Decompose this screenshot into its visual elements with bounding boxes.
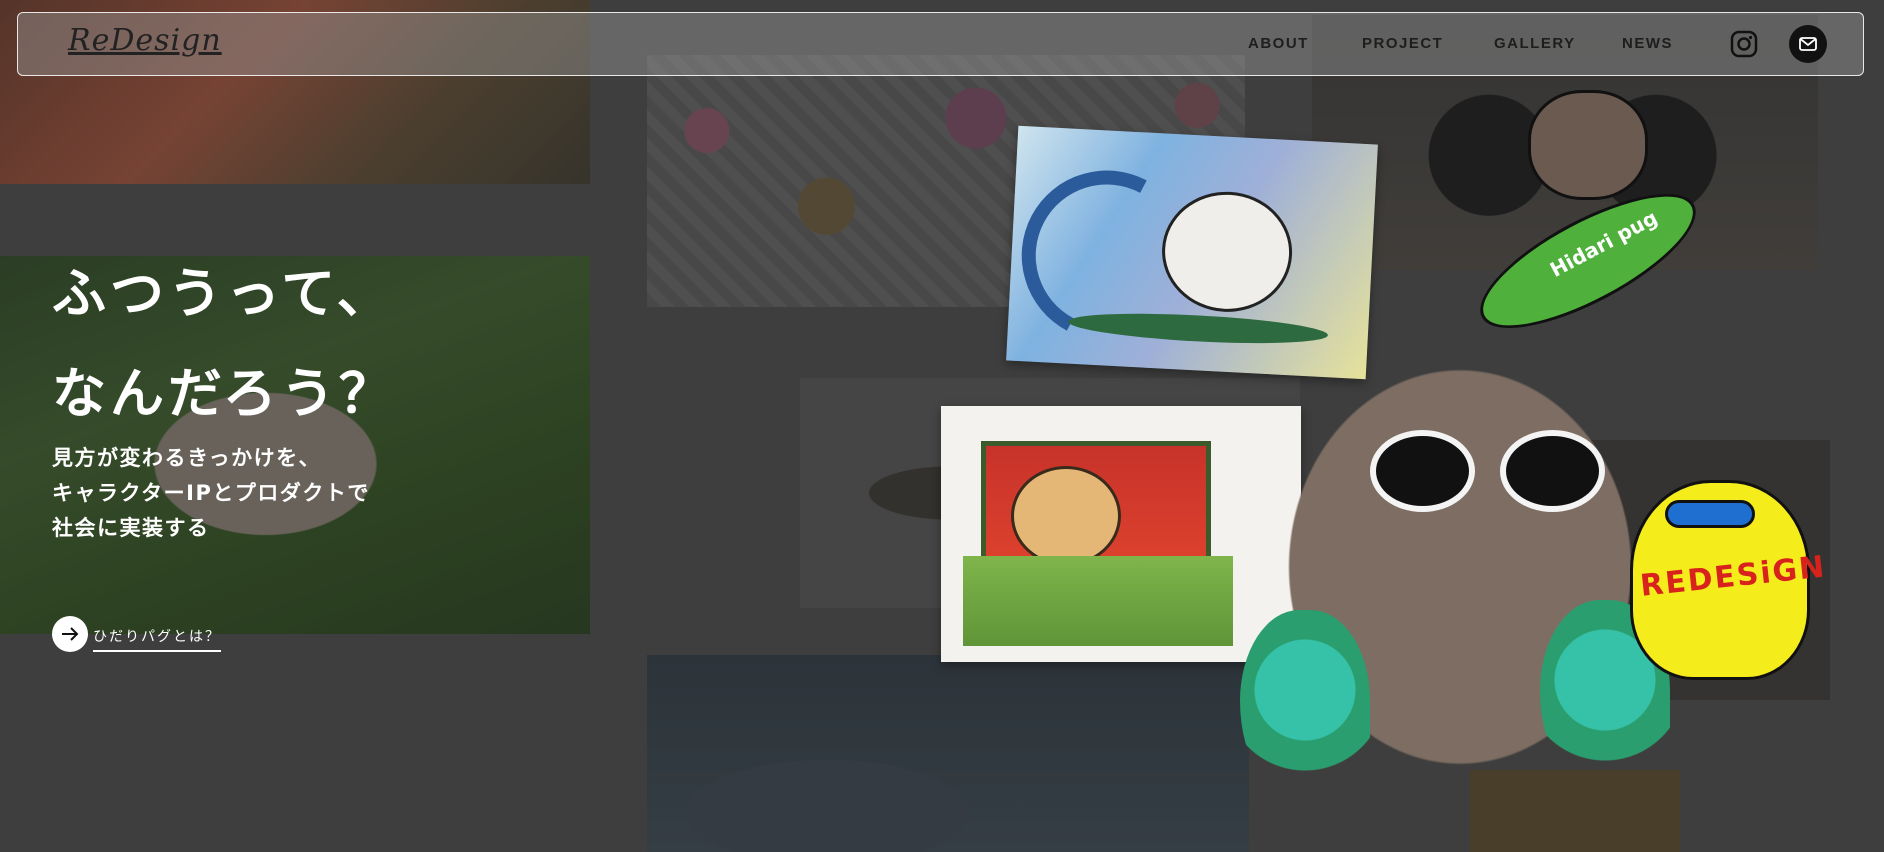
leaf-decoration — [1240, 610, 1370, 810]
about-hidari-pug-link[interactable]: ひだりパグとは？ — [52, 616, 221, 652]
car-body — [963, 556, 1233, 646]
surfboard-shape — [1067, 308, 1329, 349]
nav-news[interactable]: NEWS — [1622, 35, 1673, 52]
pug-face — [1011, 466, 1121, 566]
surfing-pug-illustration — [1006, 125, 1378, 380]
nav-gallery[interactable]: GALLERY — [1494, 35, 1576, 52]
nav-project[interactable]: PROJECT — [1362, 35, 1443, 52]
collage-tile-surf-painting — [647, 655, 1249, 852]
site-logo[interactable]: ReDesign — [68, 23, 222, 58]
hero-title-line: なんだろう？ — [52, 362, 397, 425]
cta-label: ひだりパグとは？ — [93, 626, 221, 652]
instagram-icon[interactable] — [1730, 30, 1758, 58]
sunglass-lens — [1500, 430, 1605, 512]
sunglass-lens — [1370, 430, 1475, 512]
hero-title-line: ふつうって、 — [52, 262, 395, 325]
surfboard-text: Hidari pug — [1545, 205, 1662, 282]
hero-title: ふつうって、 なんだろう？ — [52, 244, 397, 444]
mail-button[interactable] — [1789, 25, 1827, 63]
sunglasses-shape — [1665, 500, 1755, 528]
hero-subtitle: 見方が変わるきっかけを、 キャラクターIPとプロダクトで 社会に実装する — [52, 441, 370, 546]
mail-icon — [1799, 37, 1817, 51]
hero-subtitle-line: キャラクターIPとプロダクトで — [52, 481, 370, 505]
pug-surfboard-sticker: Hidari pug — [1458, 80, 1714, 360]
pug-redesign-sticker: REDESiGN — [1620, 440, 1828, 690]
arrow-right-icon — [52, 616, 88, 652]
hero-subtitle-line: 見方が変わるきっかけを、 — [52, 446, 322, 470]
site-header: ReDesign ABOUT PROJECT GALLERY NEWS — [17, 12, 1864, 76]
pug-sticker-large — [1240, 360, 1680, 820]
pug-face — [1528, 90, 1648, 200]
hero-subtitle-line: 社会に実装する — [52, 516, 210, 540]
nav-about[interactable]: ABOUT — [1248, 35, 1309, 52]
